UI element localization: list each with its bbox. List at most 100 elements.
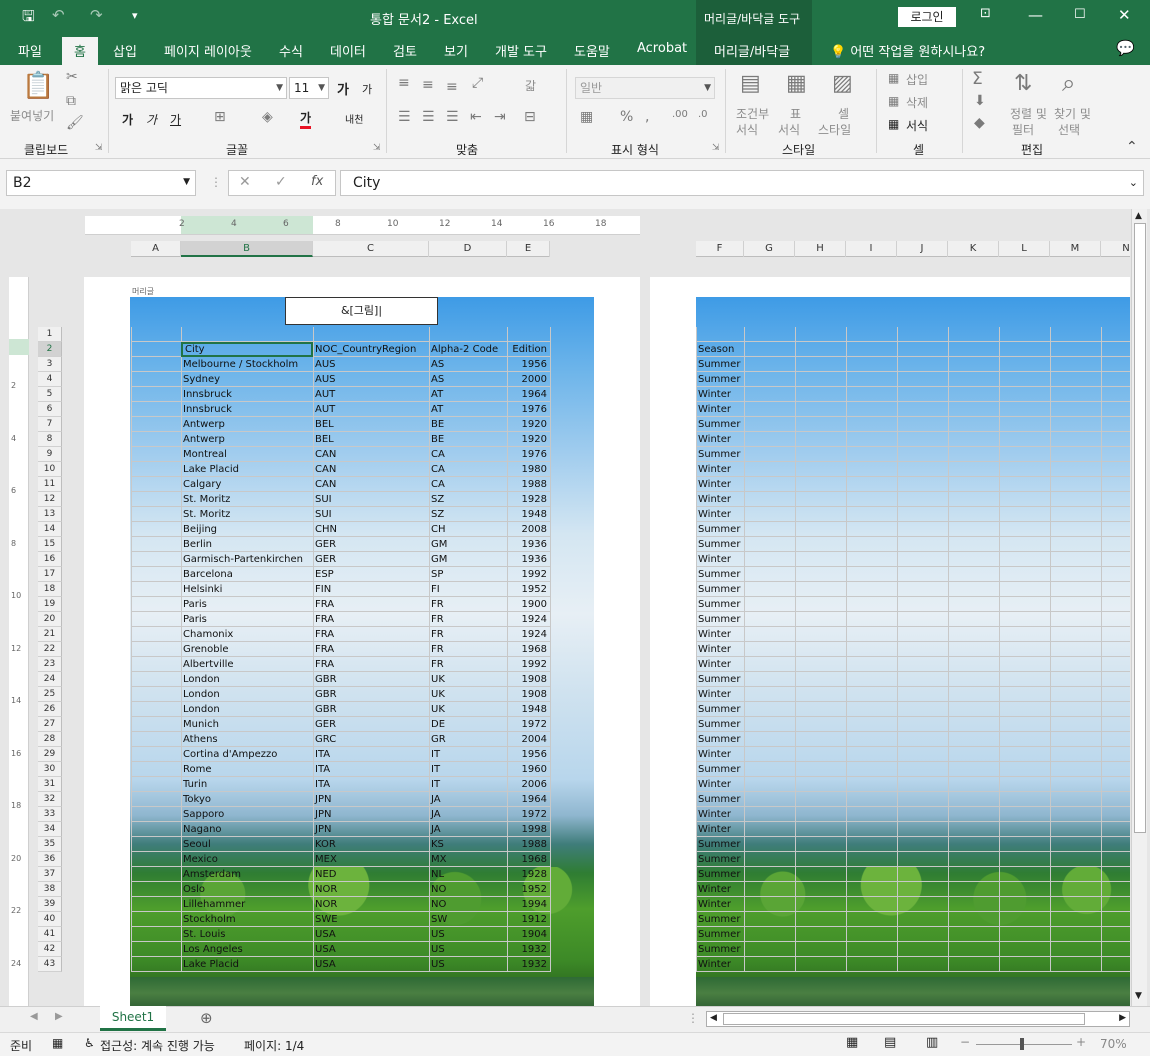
cell-b[interactable]: Los Angeles: [181, 942, 313, 957]
cell-c[interactable]: KOR: [313, 837, 429, 852]
find-select-label1[interactable]: 찾기 및: [1054, 105, 1091, 122]
cell-e[interactable]: 1932: [507, 942, 550, 957]
row-header[interactable]: 1: [38, 327, 62, 342]
row-header[interactable]: 13: [38, 507, 62, 522]
cell-f[interactable]: Summer: [696, 702, 744, 717]
cell-d[interactable]: GR: [429, 732, 507, 747]
cell-e[interactable]: 1932: [507, 957, 550, 972]
cell-e[interactable]: 1994: [507, 897, 550, 912]
cell-f[interactable]: Summer: [696, 582, 744, 597]
customize-qat-icon[interactable]: ▾: [132, 9, 138, 22]
prev-sheet-icon[interactable]: ◀: [30, 1011, 38, 1022]
cell-b[interactable]: Sydney: [181, 372, 313, 387]
increase-decimal-icon[interactable]: .00: [672, 109, 688, 120]
sort-filter-label1[interactable]: 정렬 및: [1010, 105, 1047, 122]
row-header[interactable]: 27: [38, 717, 62, 732]
name-box[interactable]: B2 ▼: [6, 170, 196, 196]
cell-f[interactable]: Winter: [696, 747, 744, 762]
cell-c[interactable]: ITA: [313, 762, 429, 777]
cell-d[interactable]: BE: [429, 432, 507, 447]
cell-f[interactable]: Winter: [696, 477, 744, 492]
cell-d[interactable]: US: [429, 927, 507, 942]
cell-d[interactable]: AS: [429, 372, 507, 387]
formula-input[interactable]: City ⌄: [340, 170, 1144, 196]
format-cells-label[interactable]: 서식: [906, 117, 928, 134]
cell-b[interactable]: Oslo: [181, 882, 313, 897]
cancel-icon[interactable]: ✕: [239, 174, 251, 190]
cell-d[interactable]: JA: [429, 792, 507, 807]
cell-b[interactable]: Melbourne / Stockholm: [181, 357, 313, 372]
cell-f[interactable]: Winter: [696, 687, 744, 702]
add-sheet-icon[interactable]: ⊕: [200, 1009, 213, 1027]
cell-e[interactable]: 1964: [507, 387, 550, 402]
cell-b[interactable]: Lake Placid: [181, 957, 313, 972]
cell-d[interactable]: UK: [429, 672, 507, 687]
cell-f[interactable]: Summer: [696, 837, 744, 852]
font-color-button[interactable]: 가: [300, 109, 312, 129]
cell-f[interactable]: Summer: [696, 357, 744, 372]
align-middle-icon[interactable]: ≡: [422, 77, 434, 93]
decrease-indent-icon[interactable]: ⇤: [470, 109, 482, 125]
row-header[interactable]: 14: [38, 522, 62, 537]
comments-icon[interactable]: 💬: [1116, 39, 1135, 57]
row-header[interactable]: 24: [38, 672, 62, 687]
scroll-left-icon[interactable]: ◀: [710, 1013, 717, 1023]
cell-e[interactable]: 1968: [507, 852, 550, 867]
cell-f[interactable]: Summer: [696, 447, 744, 462]
cell-d[interactable]: Alpha-2 Code: [429, 342, 507, 357]
zoom-slider-thumb[interactable]: [1020, 1038, 1024, 1050]
zoom-level[interactable]: 70%: [1100, 1037, 1127, 1051]
row-header[interactable]: 11: [38, 477, 62, 492]
cell-e[interactable]: 1952: [507, 882, 550, 897]
cell-d[interactable]: SP: [429, 567, 507, 582]
cell-e[interactable]: 1992: [507, 657, 550, 672]
cell-d[interactable]: FR: [429, 657, 507, 672]
row-header[interactable]: 26: [38, 702, 62, 717]
cell-e[interactable]: 1908: [507, 687, 550, 702]
cell-b[interactable]: Chamonix: [181, 627, 313, 642]
cell-d[interactable]: GM: [429, 537, 507, 552]
cell-b[interactable]: London: [181, 687, 313, 702]
status-accessibility[interactable]: 접근성: 계속 진행 가능: [100, 1037, 215, 1054]
cell-c[interactable]: GBR: [313, 702, 429, 717]
cell-d[interactable]: SW: [429, 912, 507, 927]
format-as-table-label2[interactable]: 서식: [778, 121, 800, 138]
row-header[interactable]: 18: [38, 582, 62, 597]
cell-c[interactable]: GER: [313, 552, 429, 567]
cell-e[interactable]: 1968: [507, 642, 550, 657]
italic-button[interactable]: 가: [146, 111, 157, 128]
column-header-c[interactable]: C: [313, 241, 429, 257]
close-icon[interactable]: ✕: [1118, 6, 1131, 24]
format-as-table-icon[interactable]: ▦: [786, 71, 807, 96]
paste-label[interactable]: 붙여넣기: [10, 107, 54, 124]
row-header[interactable]: 38: [38, 882, 62, 897]
cell-d[interactable]: NL: [429, 867, 507, 882]
underline-button[interactable]: 가: [170, 111, 181, 128]
cell-d[interactable]: BE: [429, 417, 507, 432]
cell-c[interactable]: [313, 327, 429, 342]
cell-e[interactable]: 1988: [507, 837, 550, 852]
cell-b[interactable]: Nagano: [181, 822, 313, 837]
cell-b[interactable]: Beijing: [181, 522, 313, 537]
row-header[interactable]: 25: [38, 687, 62, 702]
cell-styles-icon[interactable]: ▨: [832, 71, 853, 96]
scroll-right-icon[interactable]: ▶: [1119, 1013, 1126, 1023]
cell-c[interactable]: USA: [313, 927, 429, 942]
cell-e[interactable]: 1908: [507, 672, 550, 687]
tab-data[interactable]: 데이터: [330, 41, 366, 60]
clear-icon[interactable]: ◆: [974, 115, 985, 131]
cell-e[interactable]: 1924: [507, 612, 550, 627]
cell-b[interactable]: Grenoble: [181, 642, 313, 657]
cell-b[interactable]: Calgary: [181, 477, 313, 492]
cell-b[interactable]: Stockholm: [181, 912, 313, 927]
cell-e[interactable]: 1988: [507, 477, 550, 492]
cell-e[interactable]: 1952: [507, 582, 550, 597]
cell-c[interactable]: AUS: [313, 357, 429, 372]
cell-f[interactable]: Winter: [696, 957, 744, 972]
cell-f[interactable]: Winter: [696, 552, 744, 567]
find-select-icon[interactable]: ⌕: [1062, 69, 1075, 97]
merge-center-icon[interactable]: ⊟: [524, 109, 536, 125]
comma-icon[interactable]: ,: [645, 109, 649, 125]
column-header-e[interactable]: E: [507, 241, 550, 257]
tab-insert[interactable]: 삽입: [113, 41, 137, 60]
